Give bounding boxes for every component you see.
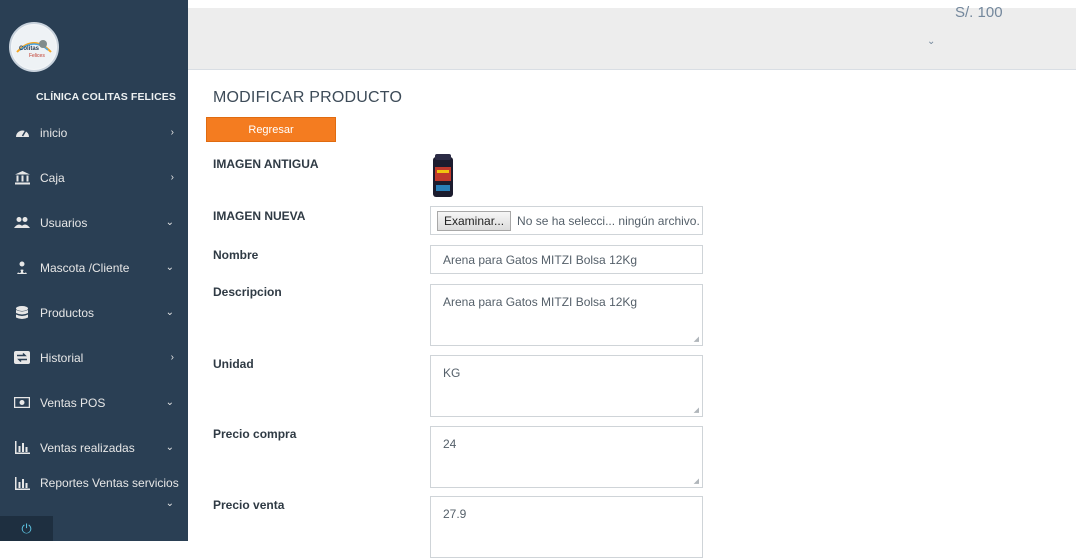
sidebar-item-ventas-realizadas[interactable]: Ventas realizadas ⌄ (0, 425, 188, 470)
chevron-right-icon: › (170, 352, 174, 363)
sidebar-item-productos[interactable]: Productos ⌄ (0, 290, 188, 335)
buy-price-value: 24 (443, 437, 457, 451)
sell-price-value: 27.9 (443, 507, 467, 521)
buy-price-label: Precio compra (213, 427, 297, 441)
clinic-logo[interactable]: Colitas Felices (9, 22, 59, 72)
top-strip (188, 0, 1076, 8)
new-image-label: IMAGEN NUEVA (213, 209, 306, 223)
logout-button[interactable]: ⏻ (0, 516, 53, 541)
chevron-down-icon: ⌄ (165, 498, 174, 509)
bank-icon (13, 170, 31, 185)
sidebar-item-usuarios[interactable]: Usuarios ⌄ (0, 200, 188, 245)
sell-price-textarea[interactable]: 27.9 (430, 496, 703, 558)
chevron-down-icon: ⌄ (165, 397, 174, 408)
money-icon (13, 396, 31, 410)
page-title: MODIFICAR PRODUCTO (213, 89, 403, 106)
svg-text:Felices: Felices (29, 53, 45, 59)
bar-chart-icon (13, 476, 31, 490)
back-button[interactable]: Regresar (206, 117, 336, 142)
pet-client-icon (13, 261, 31, 275)
svg-text:Colitas: Colitas (19, 46, 40, 52)
chevron-down-icon: ⌄ (165, 262, 174, 273)
top-navbar: S/. 100 ⌄ (188, 4, 1076, 70)
sidebar-item-ventas-pos[interactable]: Ventas POS ⌄ (0, 380, 188, 425)
resize-grip-icon[interactable]: ◢ (694, 407, 699, 414)
unit-label: Unidad (213, 357, 254, 371)
sidebar-item-mascota-cliente[interactable]: Mascota /Cliente ⌄ (0, 245, 188, 290)
sidebar-item-historial[interactable]: Historial › (0, 335, 188, 380)
sidebar-item-inicio[interactable]: inicio › (0, 110, 188, 155)
sell-price-label: Precio venta (213, 498, 285, 512)
chevron-down-icon: ⌄ (165, 307, 174, 318)
dashboard-icon (13, 126, 31, 140)
sidebar-item-label: Usuarios (40, 215, 88, 230)
cash-balance[interactable]: S/. 100 (955, 4, 1003, 21)
description-value: Arena para Gatos MITZI Bolsa 12Kg (443, 295, 638, 309)
product-thumbnail (433, 154, 453, 197)
resize-grip-icon[interactable]: ◢ (694, 336, 699, 343)
sidebar-item-caja[interactable]: Caja › (0, 155, 188, 200)
sidebar: Colitas Felices CLÍNICA COLITAS FELICES … (0, 0, 188, 541)
sidebar-item-label: Productos (40, 305, 95, 320)
image-file-input[interactable]: Examinar... No se ha selecci... ningún a… (430, 206, 703, 235)
sidebar-item-label: Historial (40, 350, 84, 365)
bar-chart-icon (13, 441, 31, 455)
old-image-label: IMAGEN ANTIGUA (213, 157, 319, 171)
file-status-text: No se ha selecci... ningún archivo. (517, 213, 700, 228)
chevron-down-icon[interactable]: ⌄ (927, 36, 935, 47)
power-icon: ⏻ (21, 520, 32, 536)
sidebar-item-label: Ventas realizadas (40, 440, 135, 455)
sidebar-item-label: Caja (40, 170, 65, 185)
clinic-name: CLÍNICA COLITAS FELICES (36, 91, 176, 103)
chevron-down-icon: ⌄ (165, 442, 174, 453)
name-input[interactable]: Arena para Gatos MITZI Bolsa 12Kg (430, 245, 703, 274)
main-content: MODIFICAR PRODUCTO Regresar IMAGEN ANTIG… (188, 71, 1076, 558)
sidebar-item-label: inicio (40, 125, 68, 140)
description-textarea[interactable]: Arena para Gatos MITZI Bolsa 12Kg ◢ (430, 284, 703, 346)
database-icon (13, 305, 31, 320)
sidebar-item-label: Ventas POS (40, 395, 106, 410)
logo-image-icon: Colitas Felices (12, 25, 56, 69)
name-label: Nombre (213, 248, 259, 262)
buy-price-textarea[interactable]: 24 ◢ (430, 426, 703, 488)
chevron-right-icon: › (170, 172, 174, 183)
unit-value: KG (443, 366, 461, 380)
resize-grip-icon[interactable]: ◢ (694, 478, 699, 485)
chevron-right-icon: › (170, 127, 174, 138)
sidebar-item-label: Mascota /Cliente (40, 260, 130, 275)
sidebar-menu: inicio › Caja › Usuarios ⌄ Mascota /Clie… (0, 110, 188, 528)
users-icon (13, 216, 31, 230)
description-label: Descripcion (213, 285, 282, 299)
unit-textarea[interactable]: KG ◢ (430, 355, 703, 417)
exchange-icon (13, 351, 31, 365)
chevron-down-icon: ⌄ (165, 217, 174, 228)
browse-button[interactable]: Examinar... (437, 210, 512, 231)
sidebar-item-label: Reportes Ventas servicios (40, 476, 179, 490)
